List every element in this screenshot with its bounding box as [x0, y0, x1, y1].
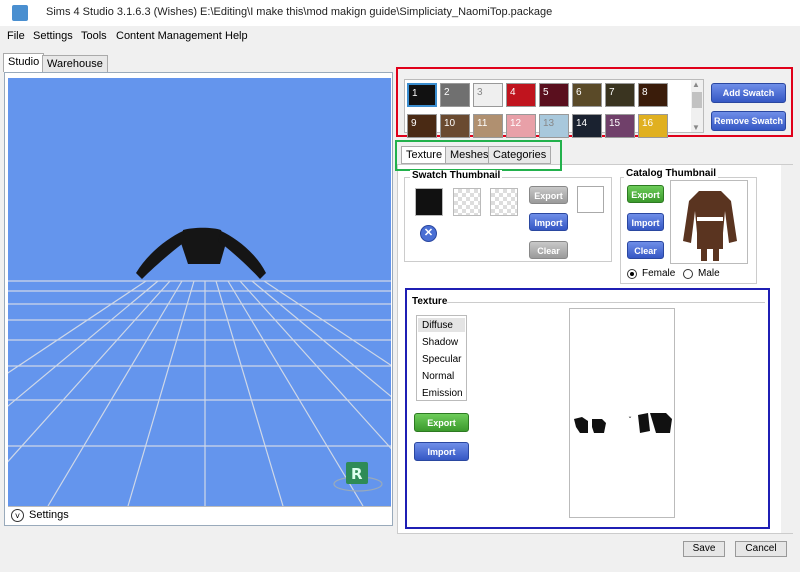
settings-label: Settings: [29, 509, 69, 521]
swatch-number: 1: [412, 88, 418, 99]
title-bar: Sims 4 Studio 3.1.6.3 (Wishes) E:\Editin…: [0, 0, 800, 26]
texture-item-emission[interactable]: Emission: [422, 388, 463, 399]
menu-tools[interactable]: Tools: [81, 30, 107, 42]
swatch-number: 10: [444, 118, 456, 129]
texture-item-diffuse[interactable]: Diffuse: [422, 320, 453, 331]
texture-label: Texture: [412, 296, 448, 307]
swatch-color-box[interactable]: [577, 186, 604, 213]
swatch-16[interactable]: 16: [638, 114, 668, 138]
swatch-import-button[interactable]: Import: [529, 213, 568, 231]
swatch-thumbnail-label: Swatch Thumbnail: [410, 170, 503, 181]
swatch-number: 14: [576, 118, 588, 129]
catalog-clear-button[interactable]: Clear: [627, 241, 664, 259]
swatch-number: 15: [609, 118, 621, 129]
swatch-clear-button[interactable]: Clear: [529, 241, 568, 259]
settings-bar[interactable]: ˅ Settings: [8, 506, 391, 524]
texture-divider: [445, 302, 765, 303]
chevron-down-icon[interactable]: ˅: [11, 509, 24, 522]
female-radio[interactable]: [627, 269, 637, 279]
swatch-thumbnail-empty-2[interactable]: [490, 188, 518, 216]
swatch-2[interactable]: 2: [440, 83, 470, 107]
texture-export-button[interactable]: Export: [414, 413, 469, 432]
swatch-13[interactable]: 13: [539, 114, 569, 138]
svg-text:ˇ: ˇ: [628, 415, 632, 425]
tab-studio[interactable]: Studio: [3, 53, 45, 72]
tab-warehouse[interactable]: Warehouse: [42, 55, 108, 72]
3d-viewport[interactable]: R: [8, 78, 391, 506]
swatch-number: 2: [444, 87, 450, 98]
catalog-thumbnail-image[interactable]: [670, 180, 748, 264]
cancel-button[interactable]: Cancel: [735, 541, 787, 557]
menu-settings[interactable]: Settings: [33, 30, 73, 42]
swatch-14[interactable]: 14: [572, 114, 602, 138]
catalog-thumbnail-label: Catalog Thumbnail: [624, 168, 718, 179]
texture-import-button[interactable]: Import: [414, 442, 469, 461]
swatch-number: 5: [543, 87, 549, 98]
swatch-3[interactable]: 3: [473, 83, 503, 107]
texture-preview[interactable]: ˇ: [569, 308, 675, 518]
swatch-thumbnail-empty-1[interactable]: [453, 188, 481, 216]
swatch-8[interactable]: 8: [638, 83, 668, 107]
male-label: Male: [698, 268, 720, 279]
swatch-number: 4: [510, 87, 516, 98]
swatch-number: 8: [642, 87, 648, 98]
texture-item-shadow[interactable]: Shadow: [422, 337, 458, 348]
swatch-export-button[interactable]: Export: [529, 186, 568, 204]
tab-categories[interactable]: Categories: [488, 146, 552, 164]
swatch-number: 3: [477, 87, 483, 98]
swatch-scrollbar[interactable]: ▲ ▼: [691, 80, 703, 132]
swatch-10[interactable]: 10: [440, 114, 470, 138]
texture-item-normal[interactable]: Normal: [422, 371, 454, 382]
remove-swatch-button[interactable]: Remove Swatch: [711, 111, 786, 131]
menu-content-management[interactable]: Content Management: [116, 30, 222, 42]
swatch-number: 11: [477, 118, 488, 129]
catalog-export-button[interactable]: Export: [627, 185, 664, 203]
swatch-1[interactable]: 1: [407, 83, 437, 107]
save-button[interactable]: Save: [683, 541, 725, 557]
texture-item-specular[interactable]: Specular: [422, 354, 461, 365]
swatch-4[interactable]: 4: [506, 83, 536, 107]
swatch-number: 7: [609, 87, 615, 98]
female-label: Female: [642, 268, 676, 279]
swatch-6[interactable]: 6: [572, 83, 602, 107]
swatch-12[interactable]: 12: [506, 114, 536, 138]
menu-help[interactable]: Help: [225, 30, 248, 42]
swatch-number: 16: [642, 118, 654, 129]
swatch-number: 9: [411, 118, 417, 129]
add-swatch-button[interactable]: Add Swatch: [711, 83, 786, 103]
menu-file[interactable]: File: [7, 30, 25, 42]
tab-texture[interactable]: Texture: [401, 146, 448, 164]
window-title: Sims 4 Studio 3.1.6.3 (Wishes) E:\Editin…: [46, 6, 553, 18]
male-radio[interactable]: [683, 269, 693, 279]
swatch-11[interactable]: 11: [473, 114, 503, 138]
swatch-7[interactable]: 7: [605, 83, 635, 107]
swatch-15[interactable]: 15: [605, 114, 635, 138]
catalog-import-button[interactable]: Import: [627, 213, 664, 231]
swatch-9[interactable]: 9: [407, 114, 437, 138]
app-icon: [12, 5, 28, 21]
close-icon[interactable]: ✕: [420, 225, 437, 242]
swatch-number: 13: [543, 118, 555, 129]
garment-model: [136, 227, 266, 279]
swatch-thumbnail-black[interactable]: [415, 188, 443, 216]
swatch-number: 12: [510, 118, 522, 129]
tab-meshes[interactable]: Meshes: [445, 146, 494, 164]
swatch-5[interactable]: 5: [539, 83, 569, 107]
panel-scrollbar[interactable]: [781, 165, 793, 533]
swatch-number: 6: [576, 87, 582, 98]
svg-text:R: R: [351, 465, 363, 483]
grid-floor: R: [8, 227, 391, 506]
